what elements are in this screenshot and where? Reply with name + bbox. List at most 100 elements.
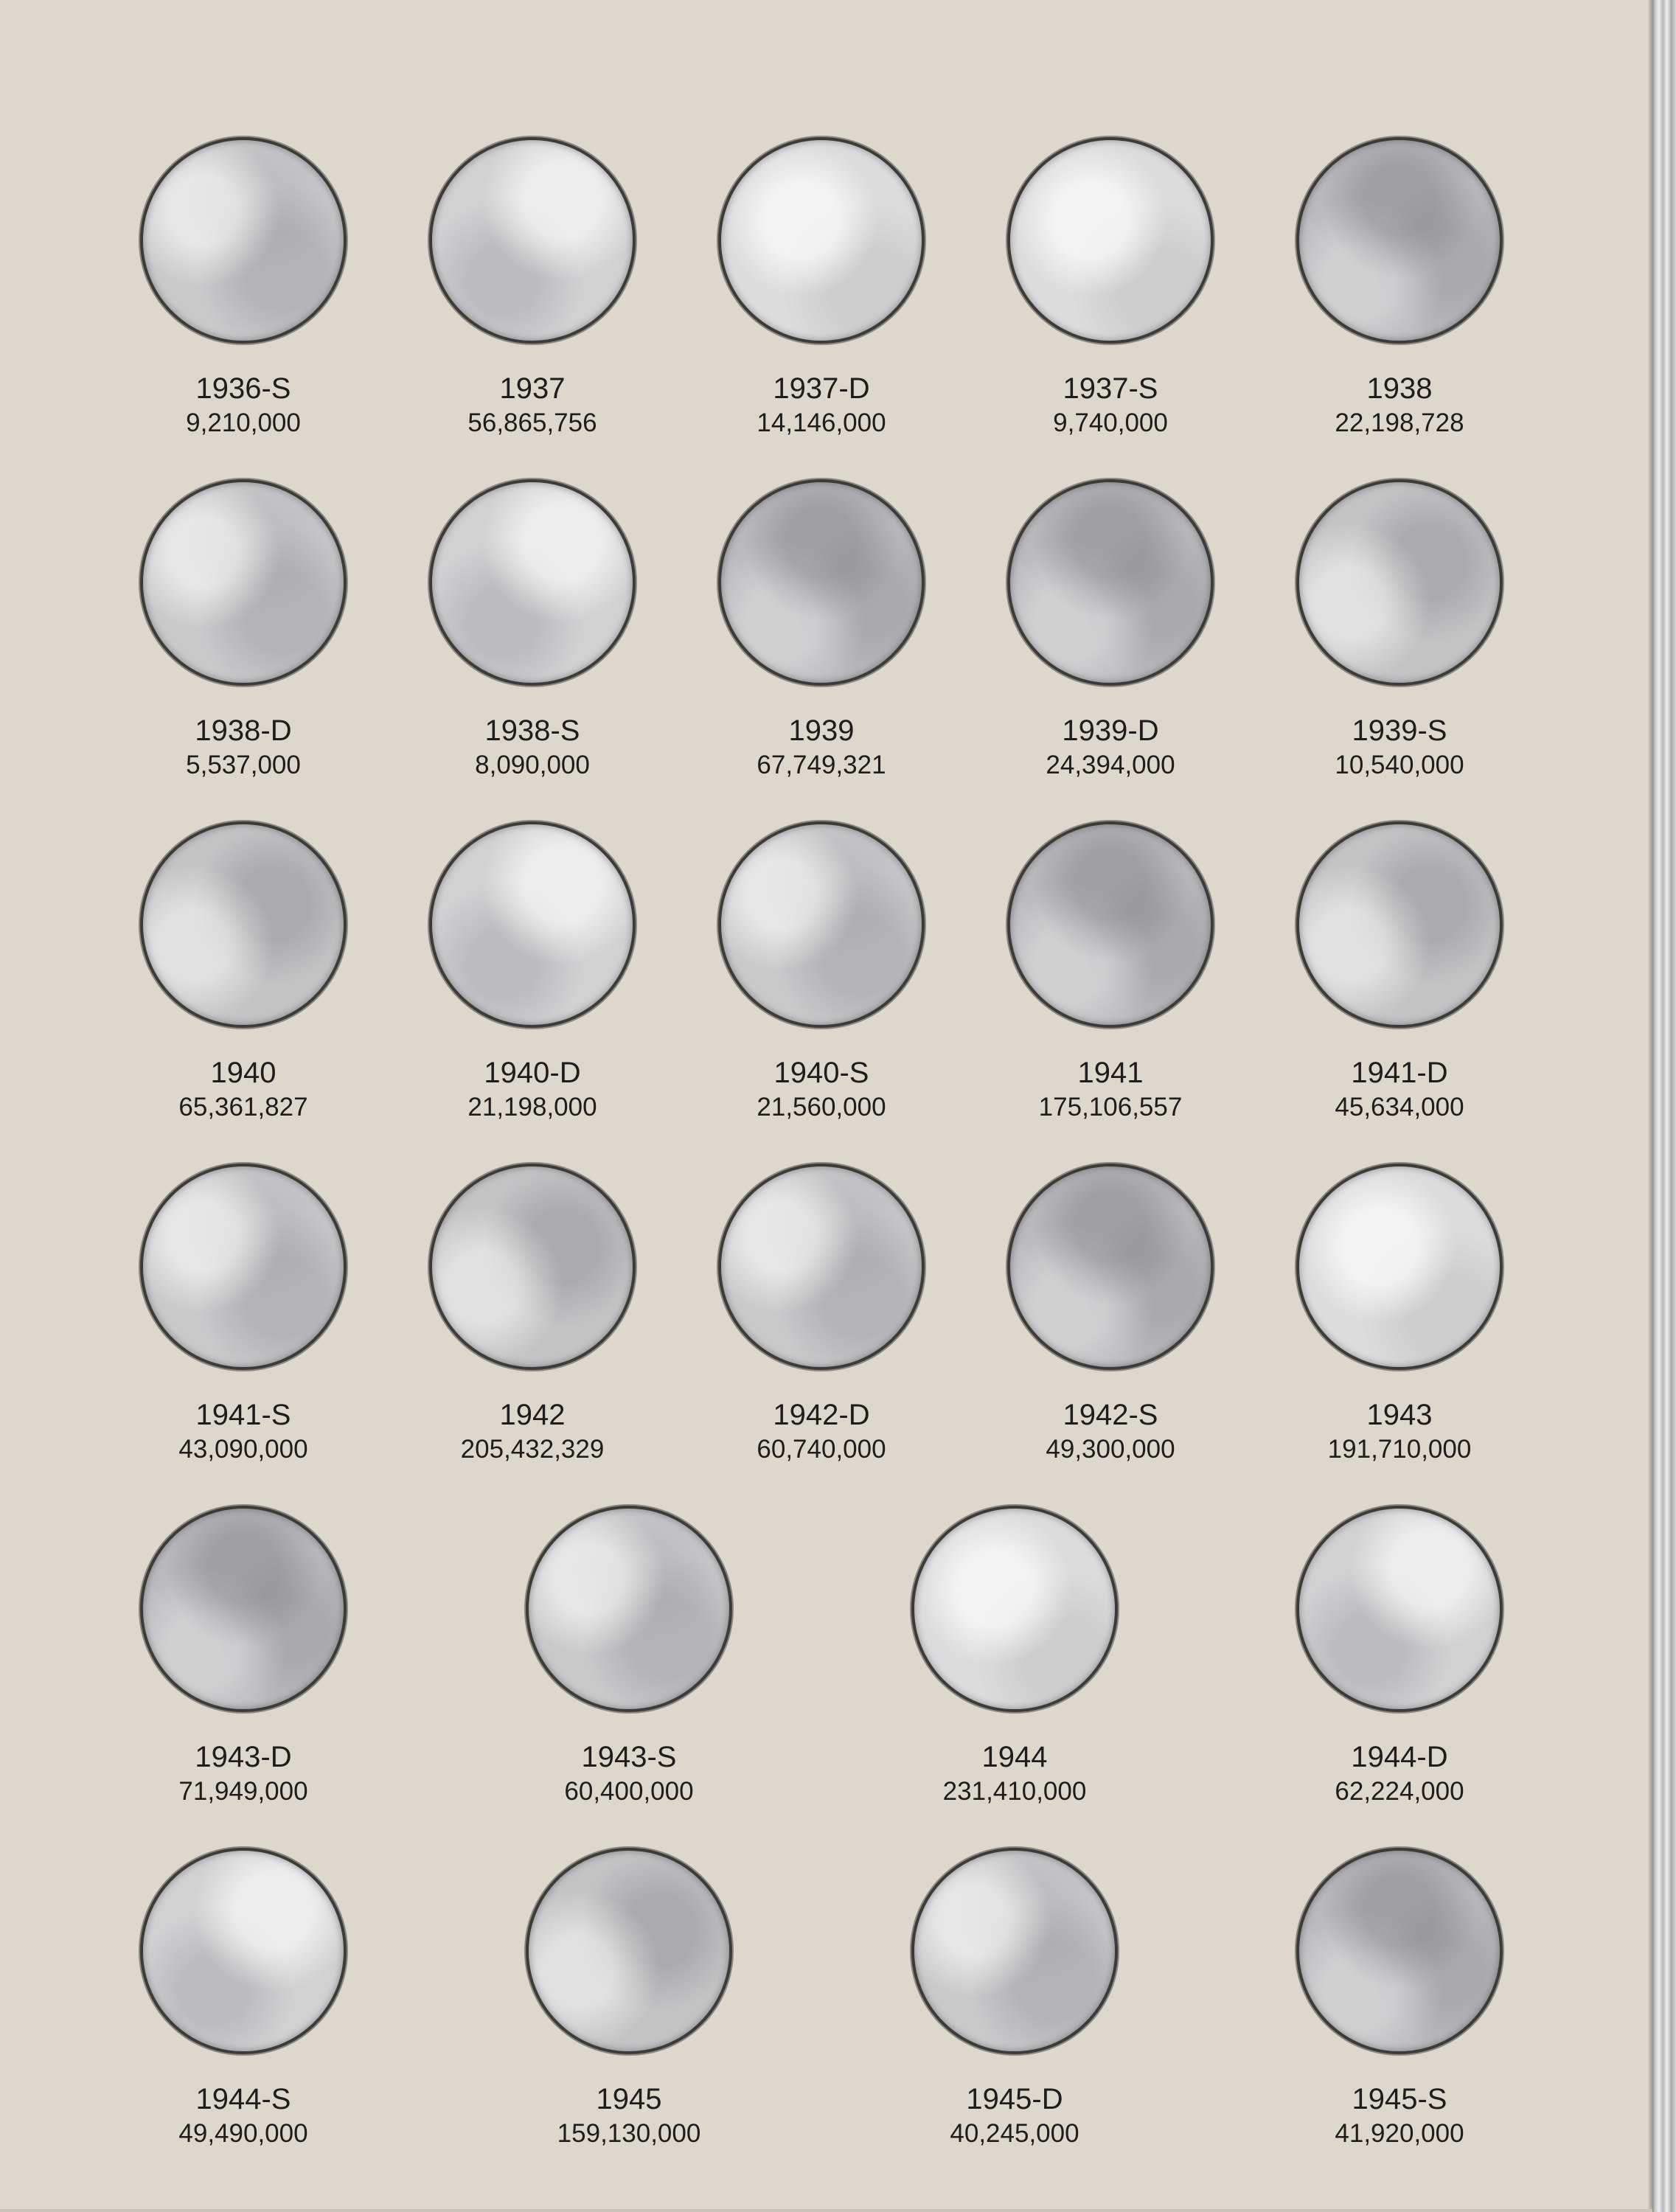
coin-album-page: 1936-S 9,210,000 1937 56,865,756 1937-D … (0, 0, 1676, 2212)
coin-mintage-label: 10,540,000 (1335, 751, 1464, 779)
coin-date-label: 1936-S (195, 372, 291, 405)
coin-mintage-label: 175,106,557 (1038, 1093, 1183, 1121)
coin-mintage-label: 56,865,756 (467, 408, 597, 437)
coin-slot[interactable]: 1938-D 5,537,000 (140, 479, 347, 818)
coin-mintage-label: 60,740,000 (757, 1435, 886, 1464)
coin-slot[interactable]: 1942-D 60,740,000 (718, 1164, 925, 1503)
coin-date-label: 1939 (788, 714, 855, 747)
coin-hole[interactable] (1296, 479, 1503, 686)
coin-mintage-label: 65,361,827 (178, 1093, 308, 1121)
coin-date-label: 1940 (210, 1057, 277, 1089)
page-edge (1652, 0, 1676, 2212)
coin-hole[interactable] (1296, 1848, 1503, 2054)
coin-hole[interactable] (429, 137, 636, 344)
coin-slot[interactable]: 1942-S 49,300,000 (1007, 1164, 1214, 1503)
coin-hole[interactable] (1007, 1164, 1214, 1370)
coin-date-label: 1939-S (1352, 714, 1447, 747)
coin-slot[interactable]: 1942 205,432,329 (429, 1164, 636, 1503)
coin-hole[interactable] (718, 479, 925, 686)
coin-slot[interactable]: 1944-S 49,490,000 (140, 1848, 347, 2187)
coin-hole[interactable] (718, 821, 925, 1028)
coin-date-label: 1945 (596, 2083, 662, 2115)
coin-mintage-label: 205,432,329 (460, 1435, 605, 1464)
coin-date-label: 1942-S (1063, 1399, 1158, 1431)
coin-slot[interactable]: 1939-D 24,394,000 (1007, 479, 1214, 818)
coin-hole[interactable] (911, 1848, 1118, 2054)
coin-mintage-label: 49,490,000 (178, 2119, 308, 2148)
coin-date-label: 1942-D (773, 1399, 870, 1431)
coin-slot[interactable]: 1941-S 43,090,000 (140, 1164, 347, 1503)
coin-slot[interactable]: 1943-S 60,400,000 (526, 1506, 732, 1845)
coin-hole[interactable] (1296, 137, 1503, 344)
coin-hole[interactable] (1296, 821, 1503, 1028)
coin-mintage-label: 9,210,000 (186, 408, 301, 437)
coin-slot[interactable]: 1940-D 21,198,000 (429, 821, 636, 1161)
coin-date-label: 1937-S (1063, 372, 1158, 405)
coin-slot[interactable]: 1938-S 8,090,000 (429, 479, 636, 818)
coin-date-label: 1940-D (484, 1057, 581, 1089)
coin-hole[interactable] (911, 1506, 1118, 1712)
coin-slot[interactable]: 1945-D 40,245,000 (911, 1848, 1118, 2187)
coin-hole[interactable] (718, 1164, 925, 1370)
coin-mintage-label: 21,560,000 (757, 1093, 886, 1121)
coin-date-label: 1941 (1077, 1057, 1144, 1089)
coin-slot[interactable]: 1943 191,710,000 (1296, 1164, 1503, 1503)
coin-date-label: 1944-S (195, 2083, 291, 2115)
coin-hole[interactable] (140, 821, 347, 1028)
coin-slot[interactable]: 1941 175,106,557 (1007, 821, 1214, 1161)
coin-slot[interactable]: 1940 65,361,827 (140, 821, 347, 1161)
coin-date-label: 1941-S (195, 1399, 291, 1431)
coin-hole[interactable] (526, 1506, 732, 1712)
coin-hole[interactable] (140, 1848, 347, 2054)
coin-slot[interactable]: 1943-D 71,949,000 (140, 1506, 347, 1845)
coin-slot[interactable]: 1945 159,130,000 (526, 1848, 732, 2187)
page-bottom-edge (0, 2209, 1652, 2212)
coin-slot[interactable]: 1937-S 9,740,000 (1007, 137, 1214, 476)
coin-slot[interactable]: 1944-D 62,224,000 (1296, 1506, 1503, 1845)
coin-hole[interactable] (429, 1164, 636, 1370)
coin-hole[interactable] (718, 137, 925, 344)
coin-slot[interactable]: 1945-S 41,920,000 (1296, 1848, 1503, 2187)
coin-hole[interactable] (140, 1506, 347, 1712)
coin-slot[interactable]: 1940-S 21,560,000 (718, 821, 925, 1161)
coin-hole[interactable] (140, 137, 347, 344)
coin-mintage-label: 40,245,000 (950, 2119, 1079, 2148)
coin-hole[interactable] (1007, 821, 1214, 1028)
coin-hole[interactable] (140, 479, 347, 686)
coin-mintage-label: 8,090,000 (475, 751, 590, 779)
coin-slot[interactable]: 1936-S 9,210,000 (140, 137, 347, 476)
coin-mintage-label: 14,146,000 (757, 408, 886, 437)
coin-slot[interactable]: 1939-S 10,540,000 (1296, 479, 1503, 818)
coin-hole[interactable] (1007, 479, 1214, 686)
coin-hole[interactable] (1007, 137, 1214, 344)
coin-date-label: 1940-S (773, 1057, 869, 1089)
coin-slot[interactable]: 1937 56,865,756 (429, 137, 636, 476)
coin-mintage-label: 60,400,000 (564, 1777, 694, 1806)
coin-hole[interactable] (429, 479, 636, 686)
coin-mintage-label: 22,198,728 (1335, 408, 1464, 437)
coin-mintage-label: 231,410,000 (942, 1777, 1087, 1806)
coin-mintage-label: 62,224,000 (1335, 1777, 1464, 1806)
coin-mintage-label: 43,090,000 (178, 1435, 308, 1464)
coin-hole[interactable] (1296, 1164, 1503, 1370)
coin-date-label: 1944-D (1351, 1741, 1448, 1773)
coin-slot[interactable]: 1944 231,410,000 (911, 1506, 1118, 1845)
coin-mintage-label: 9,740,000 (1053, 408, 1168, 437)
coin-slot[interactable]: 1937-D 14,146,000 (718, 137, 925, 476)
coin-hole[interactable] (526, 1848, 732, 2054)
coin-date-label: 1939-D (1062, 714, 1159, 747)
coin-mintage-label: 67,749,321 (757, 751, 886, 779)
coin-date-label: 1945-S (1352, 2083, 1447, 2115)
coin-slot[interactable]: 1939 67,749,321 (718, 479, 925, 818)
coin-slot[interactable]: 1941-D 45,634,000 (1296, 821, 1503, 1161)
coin-mintage-label: 71,949,000 (178, 1777, 308, 1806)
coin-mintage-label: 45,634,000 (1335, 1093, 1464, 1121)
coin-hole[interactable] (140, 1164, 347, 1370)
coin-date-label: 1938-S (484, 714, 580, 747)
coin-hole[interactable] (1296, 1506, 1503, 1712)
coin-date-label: 1937 (499, 372, 566, 405)
coin-slot[interactable]: 1938 22,198,728 (1296, 137, 1503, 476)
coin-hole[interactable] (429, 821, 636, 1028)
coin-date-label: 1944 (981, 1741, 1048, 1773)
coin-date-label: 1938 (1366, 372, 1433, 405)
